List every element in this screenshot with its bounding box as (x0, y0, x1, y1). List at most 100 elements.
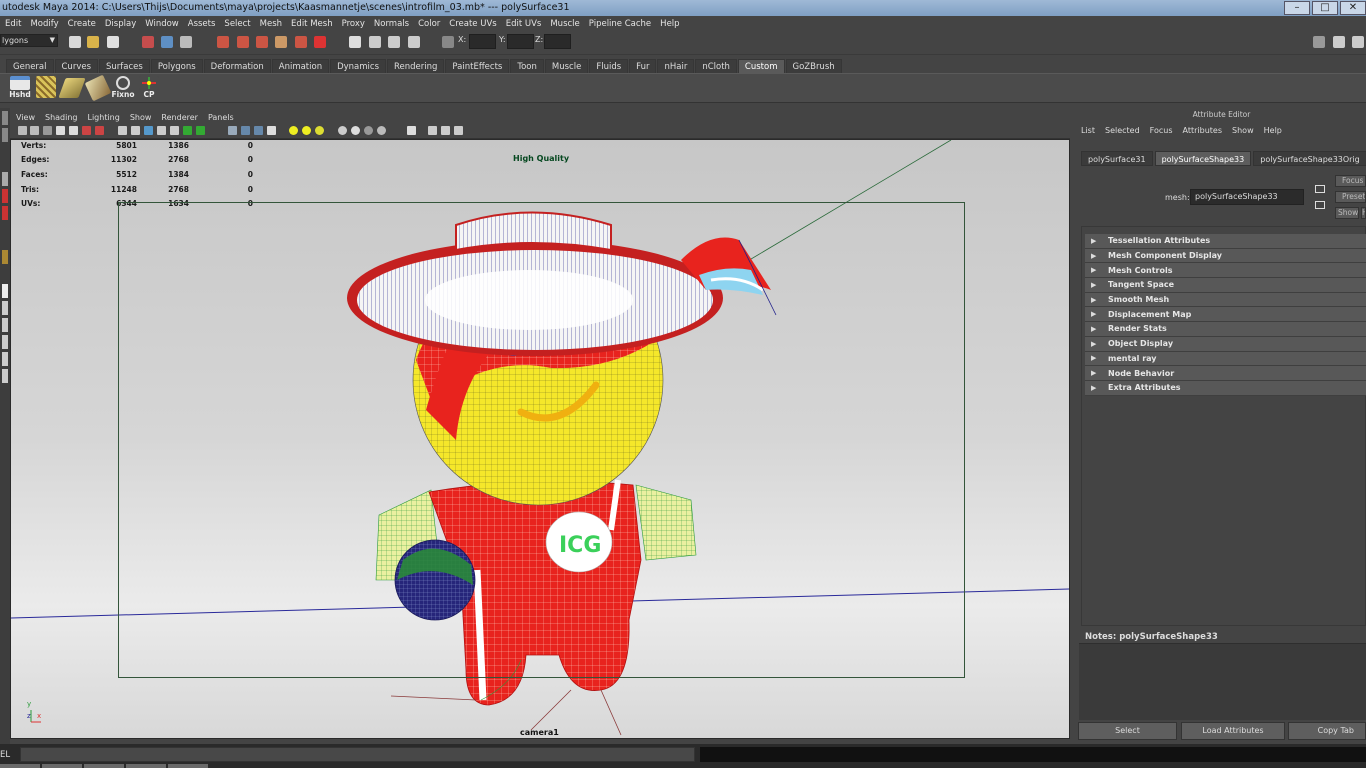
menu-pipeline-cache[interactable]: Pipeline Cache (589, 19, 651, 29)
ae-tab-polysurfaceshape33orig[interactable]: polySurfaceShape33Orig (1253, 151, 1366, 166)
lasso-tool-icon[interactable] (2, 128, 8, 142)
shelf-button-tile[interactable] (58, 76, 86, 101)
textured-icon[interactable] (157, 126, 166, 135)
xray-icon[interactable] (241, 126, 250, 135)
manipulator-icon[interactable] (2, 250, 8, 264)
shelf-tab-general[interactable]: General (6, 59, 54, 73)
x-field[interactable] (469, 34, 496, 49)
section-node-behavior[interactable]: ▶ Node Behavior (1085, 366, 1366, 381)
ae-tab-polysurface31[interactable]: polySurface31 (1081, 151, 1153, 166)
new-scene-icon[interactable] (69, 36, 81, 48)
section-tangent-space[interactable]: ▶ Tangent Space (1085, 278, 1366, 293)
lights-icon[interactable] (170, 126, 179, 135)
shelf-tab-fluids[interactable]: Fluids (589, 59, 629, 73)
hide-button[interactable]: Hide (1361, 207, 1366, 219)
resolution-gate-icon[interactable] (95, 126, 104, 135)
screen-space-ao-icon[interactable] (196, 126, 205, 135)
go-to-output-icon[interactable] (1315, 201, 1325, 209)
section-mesh-component-display[interactable]: ▶ Mesh Component Display (1085, 248, 1366, 264)
menu-assets[interactable]: Assets (188, 19, 216, 29)
menu-modify[interactable]: Modify (30, 19, 58, 29)
shelf-button-hshd[interactable]: Hshd (8, 76, 32, 101)
shelf-button-brush[interactable] (84, 74, 112, 102)
copy-tab-button[interactable]: Copy Tab (1288, 722, 1366, 740)
taskbar-item[interactable] (168, 764, 208, 768)
layout-single-icon[interactable] (2, 284, 8, 298)
menu-create[interactable]: Create (68, 19, 96, 29)
shelf-tab-muscle[interactable]: Muscle (544, 59, 589, 73)
panel-menu-panels[interactable]: Panels (208, 113, 234, 122)
move-tool-icon[interactable] (2, 172, 8, 186)
menu-select[interactable]: Select (224, 19, 250, 29)
snap-surface-icon[interactable] (295, 36, 307, 48)
rotate-tool-icon[interactable] (2, 189, 8, 203)
shelf-tab-gozbrush[interactable]: GoZBrush (785, 59, 842, 73)
shelf-tab-rendering[interactable]: Rendering (387, 59, 445, 73)
render-frame-icon[interactable] (369, 36, 381, 48)
shelf-tab-dynamics[interactable]: Dynamics (330, 59, 387, 73)
shadows-icon[interactable] (183, 126, 192, 135)
snap-curve-icon[interactable] (237, 36, 249, 48)
command-input[interactable] (20, 747, 695, 762)
layout-hypershade-icon[interactable] (2, 369, 8, 383)
menu-muscle[interactable]: Muscle (550, 19, 579, 29)
shade-sphere-3-icon[interactable] (364, 126, 373, 135)
shade-sphere-2-icon[interactable] (351, 126, 360, 135)
save-scene-icon[interactable] (107, 36, 119, 48)
menu-edit[interactable]: Edit (5, 19, 21, 29)
open-scene-icon[interactable] (87, 36, 99, 48)
menu-display[interactable]: Display (105, 19, 136, 29)
default-light-icon[interactable] (289, 126, 298, 135)
shelf-button-uv[interactable] (34, 76, 58, 101)
wireframe-icon[interactable] (118, 126, 127, 135)
snap-point-icon[interactable] (256, 36, 268, 48)
panel-menu-shading[interactable]: Shading (45, 113, 78, 122)
select-hierarchy-icon[interactable] (142, 36, 154, 48)
ae-menu-selected[interactable]: Selected (1105, 126, 1140, 135)
mesh-name-field[interactable]: polySurfaceShape33 (1190, 189, 1304, 205)
render-view-icon[interactable] (349, 36, 361, 48)
select-button[interactable]: Select (1078, 722, 1177, 740)
gate-mask-icon[interactable] (441, 126, 450, 135)
image-plane-icon[interactable] (56, 126, 65, 135)
menu-edit-uvs[interactable]: Edit UVs (506, 19, 542, 29)
shade-sphere-4-icon[interactable] (377, 126, 386, 135)
render-settings-icon[interactable] (408, 36, 420, 48)
channel-box-icon[interactable] (1333, 36, 1345, 48)
toggle-layout-icon[interactable] (1313, 36, 1325, 48)
panel-menu-show[interactable]: Show (130, 113, 152, 122)
command-language-label[interactable]: EL (0, 750, 10, 760)
select-component-icon[interactable] (180, 36, 192, 48)
panel-menu-lighting[interactable]: Lighting (87, 113, 119, 122)
all-lights-icon[interactable] (302, 126, 311, 135)
section-displacement-map[interactable]: ▶ Displacement Map (1085, 307, 1366, 323)
taskbar-item[interactable] (0, 764, 40, 768)
menu-help[interactable]: Help (660, 19, 679, 29)
shelf-button-cp[interactable]: CP (137, 76, 161, 101)
shade-sphere-icon[interactable] (338, 126, 347, 135)
taskbar-item[interactable] (126, 764, 166, 768)
shelf-tab-fur[interactable]: Fur (629, 59, 657, 73)
select-object-icon[interactable] (161, 36, 173, 48)
ae-menu-focus[interactable]: Focus (1150, 126, 1173, 135)
wireframe-on-shaded-icon[interactable] (144, 126, 153, 135)
shelf-tab-deformation[interactable]: Deformation (203, 59, 271, 73)
go-to-input-icon[interactable] (1315, 185, 1325, 193)
menu-mesh[interactable]: Mesh (260, 19, 282, 29)
layout-side-icon[interactable] (2, 318, 8, 332)
shelf-tab-toon[interactable]: Toon (510, 59, 544, 73)
attribute-editor-icon[interactable] (1352, 36, 1364, 48)
menu-window[interactable]: Window (145, 19, 179, 29)
magnet-icon[interactable] (314, 36, 326, 48)
bookmark-icon[interactable] (43, 126, 52, 135)
snap-grid-icon[interactable] (217, 36, 229, 48)
xray-joints-icon[interactable] (254, 126, 263, 135)
grid-icon[interactable] (69, 126, 78, 135)
selected-lights-icon[interactable] (315, 126, 324, 135)
maximize-button[interactable]: □ (1312, 1, 1338, 15)
layout-four-icon[interactable] (2, 301, 8, 315)
section-tessellation-attributes[interactable]: ▶ Tessellation Attributes (1085, 234, 1366, 249)
focus-button[interactable]: Focus (1335, 175, 1366, 187)
menu-set-dropdown[interactable]: lygons ▼ (0, 34, 58, 47)
perspective-viewport[interactable]: ICG Verts: 5801 1386 0 Edges: 11302 2768… (10, 139, 1070, 739)
